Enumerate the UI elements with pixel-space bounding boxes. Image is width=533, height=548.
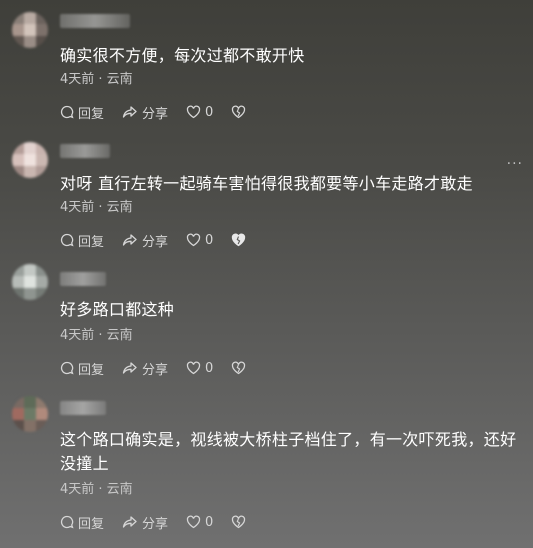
dislike-icon [232,361,246,375]
dislike-button[interactable] [231,515,250,529]
username[interactable] [60,401,106,415]
share-label: 分享 [142,516,169,532]
like-count: 0 [205,104,214,120]
like-icon [186,361,201,375]
dislike-button[interactable] [231,361,250,375]
comment-text: 对呀 直行左转一起骑车害怕得很我都要等小车走路才敢走 [60,174,473,193]
share-button[interactable]: 分享 [122,231,168,250]
like-button[interactable]: 0 [186,105,213,120]
dislike-icon [232,515,246,529]
comment-actions: 回复 分享 0 [60,103,268,122]
username[interactable] [60,14,130,28]
reply-button[interactable]: 回复 [60,513,104,532]
share-button[interactable]: 分享 [122,103,168,122]
reply-button[interactable]: 回复 [60,359,104,378]
reply-label: 回复 [78,516,105,532]
reply-button[interactable]: 回复 [60,103,104,122]
like-icon [186,515,201,529]
comment-meta: 4天前 · 云南 [60,200,133,215]
share-label: 分享 [142,234,169,250]
like-button[interactable]: 0 [186,515,213,530]
share-button[interactable]: 分享 [122,513,168,532]
avatar[interactable] [12,12,48,48]
like-icon [186,105,201,119]
comment-text: 好多路口都这种 [60,300,175,319]
like-count: 0 [205,360,214,376]
username[interactable] [60,272,106,286]
reply-label: 回复 [78,106,105,122]
reply-icon [60,105,74,119]
more-icon[interactable]: ··· [507,156,523,172]
comment-text: 这个路口确实是，视线被大桥柱子档住了，有一次吓死我，还好没撞上 [60,430,517,473]
comment-meta: 4天前 · 云南 [60,482,133,497]
comment-meta: 4天前 · 云南 [60,328,133,343]
reply-button[interactable]: 回复 [60,231,104,250]
comment-text: 确实很不方便，每次过都不敢开快 [60,46,305,65]
share-icon [122,516,137,528]
reply-icon [60,515,74,529]
like-count: 0 [205,514,214,530]
share-icon [122,234,137,246]
share-icon [122,106,137,118]
share-button[interactable]: 分享 [122,359,168,378]
username[interactable] [60,144,110,158]
reply-icon [60,361,74,375]
dislike-icon [232,233,246,247]
dislike-icon [232,105,246,119]
like-button[interactable]: 0 [186,233,213,248]
avatar[interactable] [12,142,48,178]
share-label: 分享 [142,106,169,122]
comment-actions: 回复 分享 0 [60,359,268,378]
avatar[interactable] [12,396,48,432]
comment-meta: 4天前 · 云南 [60,72,133,87]
share-icon [122,362,137,374]
reply-icon [60,233,74,247]
like-button[interactable]: 0 [186,361,213,376]
dislike-button[interactable] [231,105,250,119]
reply-label: 回复 [78,234,105,250]
like-count: 0 [205,232,214,248]
comment-actions: 回复 分享 0 [60,231,268,250]
avatar[interactable] [12,264,48,300]
like-icon [186,233,201,247]
dislike-button[interactable] [231,233,250,247]
share-label: 分享 [142,362,169,378]
comment-actions: 回复 分享 0 [60,513,268,532]
reply-label: 回复 [78,362,105,378]
